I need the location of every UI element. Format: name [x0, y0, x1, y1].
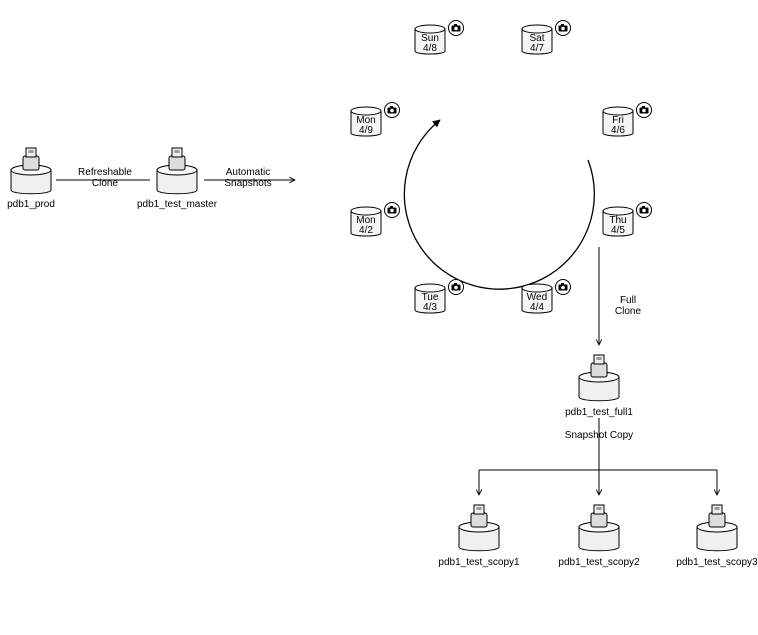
snap-mon49-date: 4/9	[348, 125, 384, 136]
label-full-clone: Full Clone	[608, 295, 648, 317]
snap-tue-camera-icon	[449, 280, 464, 295]
snap-fri-date: 4/6	[600, 125, 636, 136]
pdb-prod-label: pdb1_prod	[6, 199, 56, 210]
pdb-scopy3-icon	[697, 505, 737, 551]
pdb-scopy1-icon	[459, 505, 499, 551]
pdb-master-icon	[157, 148, 197, 194]
pdb-full1-label: pdb1_test_full1	[554, 407, 644, 418]
pdb-master-label: pdb1_test_master	[132, 199, 222, 210]
snap-wed-camera-icon	[556, 280, 571, 295]
snap-mon49-camera-icon	[385, 103, 400, 118]
snap-wed-date: 4/4	[519, 302, 555, 313]
snap-thu-date: 4/5	[600, 225, 636, 236]
label-refreshable-clone: Refreshable Clone	[72, 167, 138, 189]
pdb-scopy1-label: pdb1_test_scopy1	[429, 557, 529, 568]
pdb-scopy3-label: pdb1_test_scopy3	[667, 557, 758, 568]
snap-sat-date: 4/7	[519, 43, 555, 54]
pdb-prod-icon	[11, 148, 51, 194]
diagram-svg	[0, 0, 758, 635]
snap-mon42-date: 4/2	[348, 225, 384, 236]
snap-sat-camera-icon	[556, 21, 571, 36]
snap-thu-camera-icon	[637, 203, 652, 218]
circular-arrow	[404, 120, 594, 289]
snap-mon42-camera-icon	[385, 203, 400, 218]
snap-sun-date: 4/8	[412, 43, 448, 54]
snap-fri-camera-icon	[637, 103, 652, 118]
snap-tue-date: 4/3	[412, 302, 448, 313]
pdb-full1-icon	[579, 355, 619, 401]
label-automatic-snapshots: Automatic Snapshots	[216, 167, 280, 189]
pdb-scopy2-icon	[579, 505, 619, 551]
label-snapshot-copy: Snapshot Copy	[558, 430, 640, 441]
snap-sun-camera-icon	[449, 21, 464, 36]
pdb-scopy2-label: pdb1_test_scopy2	[549, 557, 649, 568]
